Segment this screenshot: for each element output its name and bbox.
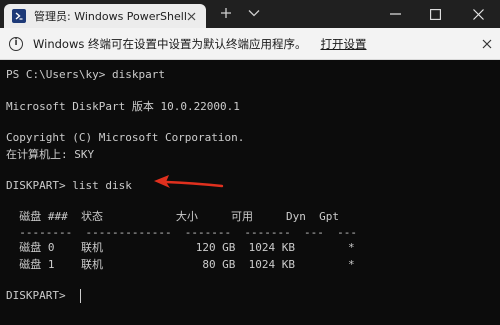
terminal-line: 磁盘 ### 状态 大小 可用 Dyn Gpt	[6, 210, 340, 223]
close-icon[interactable]	[480, 37, 494, 51]
text-cursor	[80, 289, 81, 303]
notification-message: Windows 终端可在设置中设置为默认终端应用程序。	[33, 36, 307, 51]
close-icon[interactable]	[458, 0, 498, 28]
powershell-icon	[12, 9, 26, 23]
chevron-down-icon[interactable]	[242, 2, 266, 24]
notification-bar: i Windows 终端可在设置中设置为默认终端应用程序。 打开设置	[0, 28, 500, 60]
maximize-icon[interactable]	[415, 0, 455, 28]
terminal-line: 磁盘 1 联机 80 GB 1024 KB *	[6, 258, 355, 271]
open-settings-link[interactable]: 打开设置	[321, 36, 367, 52]
terminal-line: 磁盘 0 联机 120 GB 1024 KB *	[6, 241, 355, 254]
terminal-line: 在计算机上: SKY	[6, 148, 95, 161]
terminal-line: Microsoft DiskPart 版本 10.0.22000.1	[6, 100, 240, 113]
tab-title: 管理员: Windows PowerShell	[34, 10, 187, 23]
terminal-line: PS C:\Users\ky> diskpart	[6, 68, 165, 81]
terminal-line: DISKPART> list disk	[6, 179, 132, 192]
annotation-arrow	[154, 175, 224, 188]
terminal-line: DISKPART>	[6, 289, 73, 302]
info-icon: i	[9, 36, 23, 51]
close-icon[interactable]	[184, 9, 198, 23]
terminal-output[interactable]: PS C:\Users\ky> diskpart Microsoft DiskP…	[0, 60, 500, 325]
plus-icon[interactable]	[214, 2, 238, 24]
terminal-line: Copyright (C) Microsoft Corporation.	[6, 131, 245, 144]
minimize-icon[interactable]	[375, 0, 415, 28]
tab-powershell[interactable]: 管理员: Windows PowerShell	[4, 4, 206, 28]
terminal-line: -------- ------------- ------- ------- -…	[6, 226, 357, 239]
title-bar: 管理员: Windows PowerShell	[0, 0, 500, 28]
